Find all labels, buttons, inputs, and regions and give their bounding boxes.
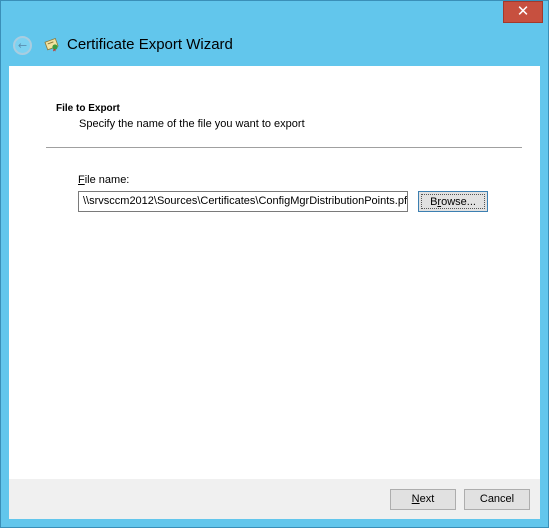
wizard-title: Certificate Export Wizard — [67, 36, 233, 53]
cancel-button[interactable]: Cancel — [464, 489, 530, 510]
browse-label-post: owse... — [441, 196, 476, 208]
filename-label: File name: — [78, 174, 129, 186]
wizard-header: ← Certificate Export Wizard — [1, 25, 548, 65]
wizard-content: File to Export Specify the name of the f… — [9, 66, 540, 479]
section-description: Specify the name of the file you want to… — [79, 118, 305, 130]
section-title: File to Export — [56, 103, 120, 114]
divider — [46, 147, 522, 148]
next-accesskey: N — [411, 493, 420, 505]
next-button[interactable]: Next — [390, 489, 456, 510]
wizard-window: ✕ ← Certificate Export Wizard File to Ex… — [0, 0, 549, 528]
filename-label-accesskey: F — [78, 174, 85, 186]
close-button[interactable]: ✕ — [503, 1, 543, 23]
browse-focus-ring: Browse... — [421, 194, 485, 209]
filename-input[interactable]: \\srvsccm2012\Sources\Certificates\Confi… — [78, 191, 408, 212]
close-icon: ✕ — [516, 2, 530, 20]
back-arrow-icon: ← — [17, 39, 28, 52]
certificate-icon — [44, 38, 59, 52]
browse-button[interactable]: Browse... — [418, 191, 488, 212]
back-button[interactable]: ← — [13, 36, 32, 55]
wizard-footer: Next Cancel — [9, 479, 540, 519]
filename-label-text: ile name: — [84, 174, 130, 186]
next-label: ext — [419, 493, 435, 505]
